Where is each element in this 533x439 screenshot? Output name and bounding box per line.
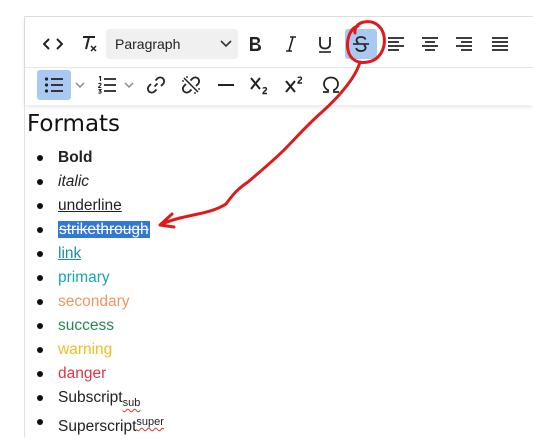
bold-button[interactable] — [240, 29, 270, 59]
superscript-button[interactable] — [280, 70, 310, 100]
superscript-base-text: Superscript — [58, 418, 137, 436]
italic-button[interactable] — [276, 29, 306, 59]
list-item-link: link — [27, 242, 164, 266]
justify-button[interactable] — [485, 29, 515, 59]
chevron-down-icon — [124, 81, 134, 88]
chevron-down-icon — [220, 40, 232, 48]
italic-icon — [286, 36, 296, 52]
horizontal-line-icon — [218, 84, 234, 86]
align-left-button[interactable] — [381, 29, 411, 59]
bold-text: Bold — [58, 149, 93, 166]
list-item-warning: warning — [27, 338, 164, 362]
align-right-icon — [456, 37, 472, 51]
clear-formatting-icon — [83, 36, 97, 52]
list-item-italic: italic — [27, 170, 164, 194]
underline-icon — [319, 37, 331, 53]
toolbar-row-1: Paragraph — [25, 17, 533, 68]
align-right-button[interactable] — [449, 29, 479, 59]
primary-text: primary — [58, 269, 110, 286]
secondary-text: secondary — [58, 293, 130, 310]
subscript-button[interactable] — [245, 70, 275, 100]
chevron-down-icon — [75, 81, 85, 88]
link-icon — [146, 76, 166, 94]
editor-content[interactable]: Formats Bold italic underline strikethro… — [27, 108, 527, 435]
numbered-list-button[interactable] — [92, 70, 122, 100]
list-item-danger: danger — [27, 362, 164, 386]
align-center-button[interactable] — [415, 29, 445, 59]
toolbar-row-2 — [25, 67, 533, 105]
omega-icon — [323, 76, 339, 93]
superscript-text: super — [136, 416, 164, 428]
subscript-text: sub — [122, 397, 141, 410]
list-item-success: success — [27, 314, 164, 338]
italic-text: italic — [58, 173, 90, 190]
justify-icon — [492, 37, 508, 51]
clear-formatting-button[interactable] — [74, 29, 104, 59]
success-text: success — [58, 317, 114, 334]
numbered-list-icon — [97, 76, 116, 94]
strikethrough-button[interactable] — [345, 29, 377, 59]
numbered-list-dropdown[interactable] — [121, 70, 137, 100]
editor-toolbar: Paragraph — [25, 17, 533, 105]
subscript-icon — [250, 77, 268, 95]
superscript-icon — [285, 76, 303, 93]
warning-text: warning — [58, 341, 113, 358]
underline-text: underline — [58, 197, 122, 214]
link-button[interactable] — [141, 70, 171, 100]
link-text[interactable]: link — [58, 245, 81, 262]
align-center-icon — [422, 37, 438, 51]
list-item-subscript: Subscriptsub — [27, 386, 164, 410]
bullet-list-button[interactable] — [37, 70, 71, 100]
align-left-icon — [388, 37, 404, 51]
subscript-base-text: Subscript — [58, 389, 123, 406]
bullet-list-icon — [44, 77, 63, 93]
block-format-label: Paragraph — [115, 36, 181, 52]
source-code-button[interactable] — [38, 29, 68, 59]
list-item-primary: primary — [27, 266, 164, 290]
strikethrough-selected-text[interactable]: strikethrough — [58, 221, 150, 238]
list-item-superscript: Superscriptsuper — [27, 410, 164, 436]
list-item-bold: Bold — [27, 146, 164, 170]
page-title: Formats — [27, 111, 121, 137]
unlink-button[interactable] — [176, 70, 206, 100]
list-item-secondary: secondary — [27, 290, 164, 314]
strikethrough-icon — [353, 36, 369, 52]
special-character-button[interactable] — [315, 70, 347, 100]
danger-text: danger — [58, 365, 107, 382]
bullet-list-dropdown[interactable] — [71, 70, 89, 100]
list-item-strikethrough: strikethrough — [27, 218, 164, 242]
list-item-underline: underline — [27, 194, 164, 218]
horizontal-line-button[interactable] — [211, 70, 241, 100]
block-format-select[interactable]: Paragraph — [106, 29, 238, 59]
underline-button[interactable] — [310, 29, 340, 59]
bold-icon — [250, 37, 261, 51]
code-icon — [43, 38, 63, 50]
unlink-icon — [181, 76, 201, 94]
format-list: Bold italic underline strikethrough link… — [27, 146, 164, 436]
